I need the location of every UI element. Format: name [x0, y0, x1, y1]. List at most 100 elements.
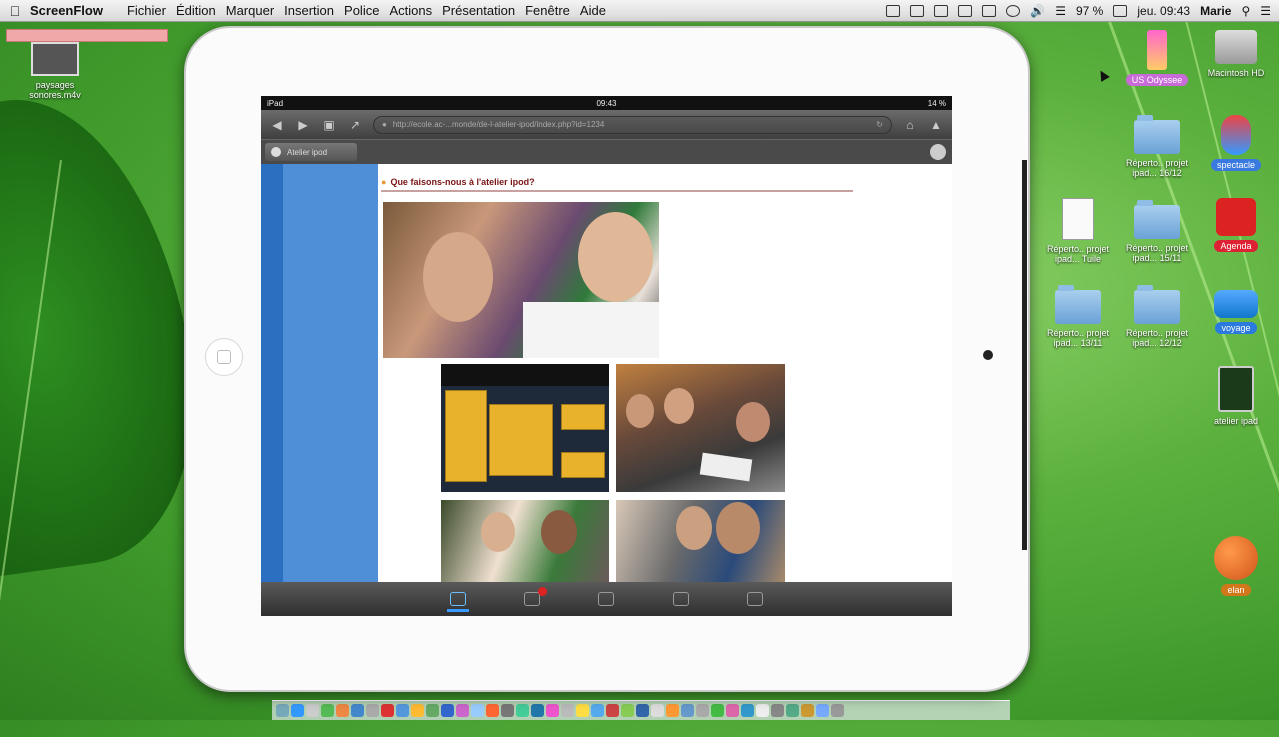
dock-app-icon[interactable] [681, 704, 694, 717]
battery-icon[interactable] [1113, 4, 1128, 17]
dock-app-icon[interactable] [606, 704, 619, 717]
menu-edition[interactable]: Édition [176, 3, 226, 18]
desktop-icon-voyage[interactable]: voyage [1201, 290, 1271, 334]
tab-settings-icon[interactable] [746, 592, 763, 606]
dock-app-icon[interactable] [591, 704, 604, 717]
browser-tab[interactable]: Atelier ipod [265, 143, 357, 161]
sync-icon[interactable] [934, 4, 949, 17]
bookmarks-icon[interactable]: ▣ [321, 118, 337, 132]
battery-percent[interactable]: 97 % [1076, 4, 1103, 18]
dock-app-icon[interactable] [816, 704, 829, 717]
dock-app-icon[interactable] [561, 704, 574, 717]
dock-app-icon[interactable] [291, 704, 304, 717]
dock-app-icon[interactable] [411, 704, 424, 717]
dock-trash-icon[interactable] [831, 704, 844, 717]
dock-app-icon[interactable] [786, 704, 799, 717]
dock-app-icon[interactable] [351, 704, 364, 717]
dock-app-icon[interactable] [336, 704, 349, 717]
dock-app-icon[interactable] [651, 704, 664, 717]
dock-app-icon[interactable] [501, 704, 514, 717]
desktop-file-paysages[interactable]: paysages sonores.m4v [20, 42, 90, 100]
home-icon[interactable]: ⌂ [902, 118, 918, 132]
spotlight-search-icon[interactable]: ⚲ [1241, 4, 1250, 18]
dock-app-icon[interactable] [456, 704, 469, 717]
dock-app-icon[interactable] [426, 704, 439, 717]
wifi-icon[interactable]: ☰ [1055, 4, 1066, 18]
icon-label: spectacle [1210, 159, 1262, 171]
desktop-doc-1[interactable]: Réperto.. projet ipad... Tuile [1043, 198, 1113, 264]
reload-icon[interactable]: ↻ [876, 120, 883, 129]
screen-record-icon[interactable] [886, 4, 901, 17]
upload-icon[interactable]: ▲ [928, 118, 944, 132]
dock-app-icon[interactable] [741, 704, 754, 717]
dock-app-icon[interactable] [636, 704, 649, 717]
menu-fichier[interactable]: Fichier [127, 3, 176, 18]
menu-app-name[interactable]: ScreenFlow [30, 3, 113, 18]
dock-app-icon[interactable] [726, 704, 739, 717]
article-heading[interactable]: ● Que faisons-nous à l'atelier ipod? [381, 177, 535, 187]
desktop-folder-3[interactable]: Réperto.. projet ipad... 13/11 [1043, 285, 1113, 348]
tab-inbox-icon[interactable] [598, 592, 615, 606]
menu-aide[interactable]: Aide [580, 3, 616, 18]
menu-insertion[interactable]: Insertion [284, 3, 344, 18]
menu-actions[interactable]: Actions [389, 3, 442, 18]
dock-app-icon[interactable] [756, 704, 769, 717]
dock-app-icon[interactable] [396, 704, 409, 717]
ipad-home-button[interactable] [205, 338, 243, 376]
bluetooth-icon[interactable] [958, 4, 973, 17]
volume-icon[interactable]: 🔊 [1030, 4, 1045, 18]
desktop-icon-agenda[interactable]: Agenda [1201, 198, 1271, 252]
dropbox-icon[interactable] [910, 4, 925, 17]
menubar-clock[interactable]: jeu. 09:43 [1137, 4, 1190, 18]
forward-icon[interactable]: ▶ [295, 118, 311, 132]
dock-app-icon[interactable] [801, 704, 814, 717]
share-icon[interactable]: ↗ [347, 118, 363, 132]
dock-app-icon[interactable] [366, 704, 379, 717]
airplay-icon[interactable] [982, 4, 997, 17]
shopping-cart-icon [1216, 198, 1256, 236]
dock-app-icon[interactable] [516, 704, 529, 717]
dock-app-icon[interactable] [306, 704, 319, 717]
photo-two-girls[interactable] [383, 202, 659, 358]
dock-app-icon[interactable] [711, 704, 724, 717]
dock-app-icon[interactable] [321, 704, 334, 717]
desktop-folder-2[interactable]: Réperto.. projet ipad... 15/11 [1122, 200, 1192, 263]
photo-students-table[interactable] [616, 364, 785, 492]
dock-app-icon[interactable] [666, 704, 679, 717]
dock-app-icon[interactable] [441, 704, 454, 717]
dock-app-icon[interactable] [486, 704, 499, 717]
desktop-icon-us-odyssee[interactable]: US Odyssee [1122, 30, 1192, 86]
settings-icon[interactable] [930, 144, 946, 160]
back-icon[interactable]: ◀ [269, 118, 285, 132]
photo-poster[interactable] [441, 364, 609, 492]
desktop-icon-elan[interactable]: elan [1201, 536, 1271, 596]
photo-boys[interactable] [616, 500, 785, 582]
tab-list-icon[interactable] [672, 592, 689, 606]
apple-menu-icon[interactable]:  [0, 3, 30, 19]
dock-app-icon[interactable] [696, 704, 709, 717]
url-bar[interactable]: ● http://ecole.ac-...monde/de-l-atelier-… [373, 115, 892, 134]
dock-app-icon[interactable] [546, 704, 559, 717]
dock-app-icon[interactable] [531, 704, 544, 717]
desktop-folder-1[interactable]: Réperto.. projet ipad... 16/12 [1122, 115, 1192, 178]
dock-app-icon[interactable] [621, 704, 634, 717]
time-machine-icon[interactable] [1006, 4, 1021, 17]
menu-fenetre[interactable]: Fenêtre [525, 3, 580, 18]
dock-app-icon[interactable] [471, 704, 484, 717]
menubar-user[interactable]: Marie [1200, 4, 1231, 18]
menu-marquer[interactable]: Marquer [226, 3, 284, 18]
desktop-icon-macintosh-hd[interactable]: Macintosh HD [1201, 30, 1271, 78]
menu-presentation[interactable]: Présentation [442, 3, 525, 18]
photo-students-green[interactable] [441, 500, 609, 582]
menu-police[interactable]: Police [344, 3, 389, 18]
dock-app-icon[interactable] [276, 704, 289, 717]
tab-recent-icon[interactable] [447, 592, 470, 612]
dock-app-icon[interactable] [576, 704, 589, 717]
dock-app-icon[interactable] [381, 704, 394, 717]
dock-app-icon[interactable] [771, 704, 784, 717]
desktop-folder-4[interactable]: Réperto.. projet ipad... 12/12 [1122, 285, 1192, 348]
tab-notifications-icon[interactable] [524, 587, 548, 606]
notification-center-icon[interactable]: ☰ [1260, 4, 1271, 18]
desktop-icon-spectacle[interactable]: spectacle [1201, 115, 1271, 171]
desktop-icon-atelier-ipad[interactable]: atelier ipad [1201, 366, 1271, 426]
